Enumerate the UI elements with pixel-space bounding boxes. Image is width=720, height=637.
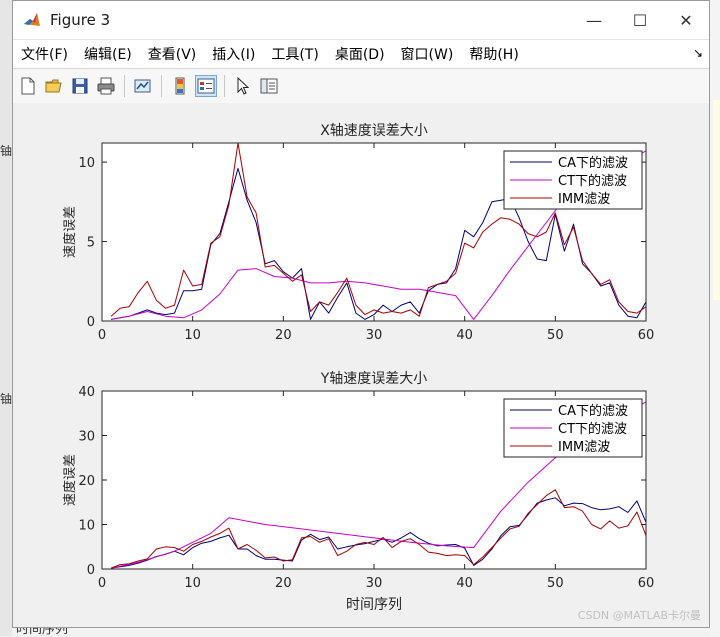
figure-window: Figure 3 — ☐ ✕ 文件(F) 编辑(E) 查看(V) 插入(I) 工… [12,0,710,628]
toolbar-separator [161,75,162,97]
toolbar-separator [224,75,225,97]
legend-label: CA下的滤波 [558,155,628,171]
print-button[interactable] [95,75,117,97]
maximize-icon: ☐ [632,10,648,30]
minimize-icon: — [586,10,602,30]
new-figure-button[interactable] [17,75,39,97]
y-tick-label: 40 [78,385,95,400]
menu-insert[interactable]: 插入(I) [204,44,263,64]
x-tick-label: 40 [456,328,473,343]
y-axis-label: 速度误差 [62,206,78,258]
menu-tools[interactable]: 工具(T) [263,44,326,64]
figure-canvas: X轴速度误差大小 0 10 20 30 40 50 60 0 5 10 速度误差 CA下的滤波 CT下的滤… [13,103,709,627]
y-axis-label: 速度误差 [62,454,78,506]
matlab-icon [23,11,41,29]
y-tick-label: 0 [87,315,95,330]
new-figure-icon [21,77,35,95]
x-tick-label: 50 [547,576,564,591]
y-tick-label: 20 [78,474,95,489]
maximize-button[interactable]: ☐ [617,1,663,39]
x-tick-label: 20 [275,328,292,343]
legend-label: CT下的滤波 [558,173,627,189]
close-icon: ✕ [679,10,693,30]
link-plot-icon [134,79,151,93]
x-tick-label: 40 [456,576,473,591]
background-fragment: 铀 [0,392,12,406]
menu-help[interactable]: 帮助(H) [461,44,526,64]
y-tick-label: 30 [78,430,95,445]
property-inspector-button[interactable] [258,75,280,97]
background-window-right [710,0,720,636]
colorbar-button[interactable] [169,75,191,97]
legend-icon [197,78,215,94]
watermark: CSDN @MATLAB卡尔曼 [577,609,701,622]
background-window-left: 铀 铀 [0,0,12,636]
x-tick-label: 60 [638,328,655,343]
x-tick-label: 30 [366,576,383,591]
undock-arrow-icon[interactable]: ↘ [693,46,703,60]
x-axis-label: 时间序列 [346,597,402,613]
x-tick-label: 10 [184,328,201,343]
save-button[interactable] [69,75,91,97]
open-file-icon [45,79,62,93]
x-tick-label: 50 [547,328,564,343]
close-button[interactable]: ✕ [663,1,709,39]
background-fragment: 铀 [0,144,12,158]
menu-desktop[interactable]: 桌面(D) [327,44,393,64]
plots-svg: X轴速度误差大小0 10 20 30 40 50 600510速度误差CA下的滤波CT下的滤… [62,123,655,613]
legend-label: IMM滤波 [558,192,610,207]
minimize-button[interactable]: — [571,1,617,39]
legend-label: IMM滤波 [558,440,610,455]
open-file-button[interactable] [43,75,65,97]
menu-window[interactable]: 窗口(W) [393,44,462,64]
legend-button[interactable] [195,75,217,97]
menu-bar: 文件(F) 编辑(E) 查看(V) 插入(I) 工具(T) 桌面(D) 窗口(W… [13,40,709,69]
background-panel [713,100,720,300]
menu-file[interactable]: 文件(F) [13,44,76,64]
chart-title: Y轴速度误差大小 [320,371,428,387]
x-tick-label: 20 [275,576,292,591]
save-icon [72,78,88,94]
y-tick-label: 5 [87,236,95,251]
pointer-icon [237,77,250,95]
toolbar-separator [124,75,125,97]
legend-label: CT下的滤波 [558,421,627,437]
x-tick-label: 30 [366,328,383,343]
x-tick-label: 0 [98,328,106,343]
x-tick-label: 10 [184,576,201,591]
x-tick-label: 0 [98,576,106,591]
title-bar[interactable]: Figure 3 — ☐ ✕ [13,1,709,40]
legend-label: CA下的滤波 [558,403,628,419]
x-tick-label: 60 [638,576,655,591]
y-tick-label: 10 [78,156,95,171]
y-tick-label: 0 [87,563,95,578]
y-tick-label: 10 [78,519,95,534]
menu-view[interactable]: 查看(V) [140,44,205,64]
property-inspector-icon [260,78,278,94]
edit-pointer-button[interactable] [232,75,254,97]
link-plot-button[interactable] [132,75,154,97]
print-icon [97,77,115,95]
menu-edit[interactable]: 编辑(E) [76,44,140,64]
colorbar-icon [175,77,185,95]
toolbar [13,69,709,104]
chart-title: X轴速度误差大小 [320,123,428,139]
window-title: Figure 3 [50,11,111,29]
